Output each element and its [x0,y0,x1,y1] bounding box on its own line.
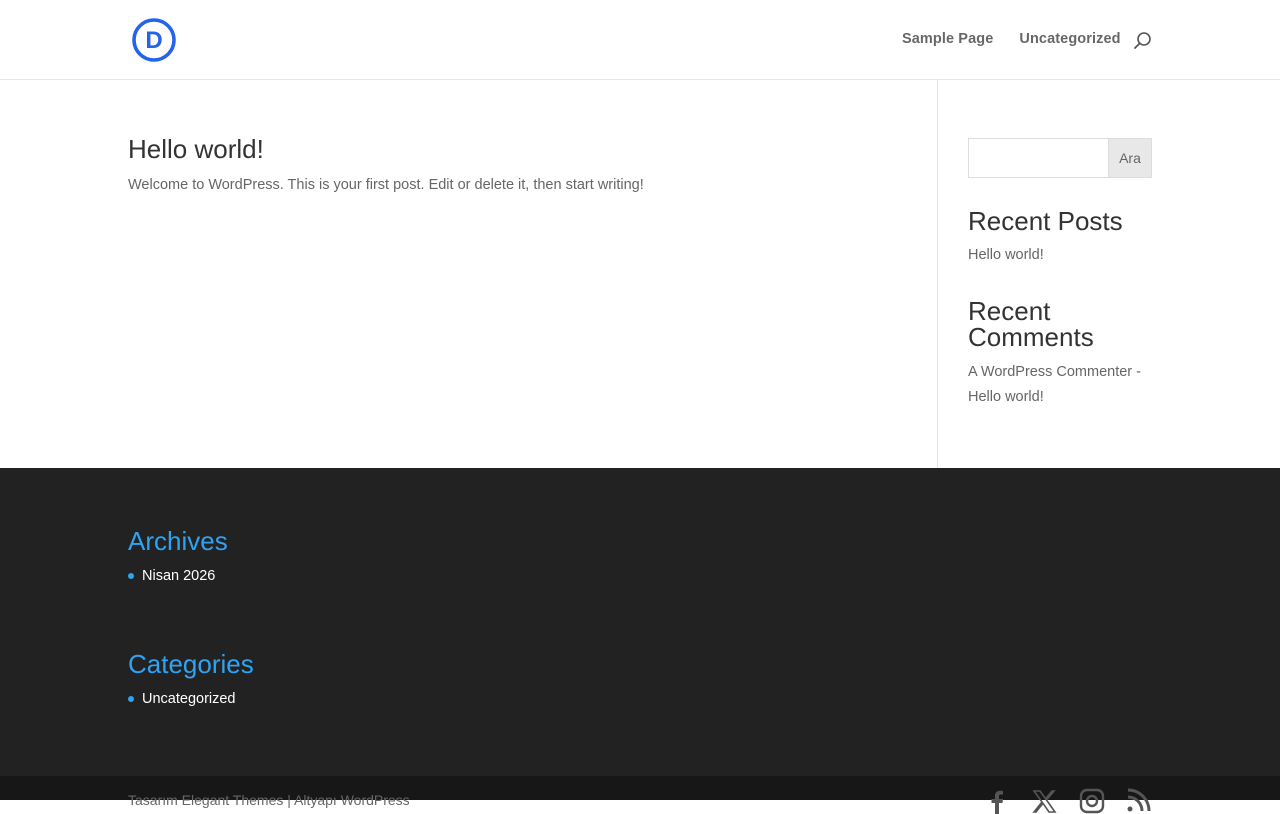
nav-sample-page[interactable]: Sample Page [902,31,993,47]
search-input[interactable] [968,138,1108,178]
content-divider [937,80,938,468]
archive-item[interactable]: Nisan 2026 [128,568,215,584]
comment-post-link[interactable]: Hello world! [968,389,1044,405]
recent-post-link[interactable]: Hello world! [968,247,1044,263]
recent-posts-title: Recent Posts [968,206,1123,236]
facebook-icon[interactable] [984,788,1010,814]
post-excerpt: Welcome to WordPress. This is your first… [128,177,644,193]
search-icon[interactable] [1132,30,1154,52]
sidebar-search: Ara [968,138,1152,178]
post-title[interactable]: Hello world! [128,134,264,165]
x-icon[interactable] [1031,788,1057,814]
archive-item-label[interactable]: Nisan 2026 [142,568,215,584]
search-button[interactable]: Ara [1108,138,1152,178]
recent-comments-title-line1: Recent [968,296,1051,326]
rss-icon[interactable] [1125,788,1151,814]
category-item[interactable]: Uncategorized [128,691,236,707]
recent-comments-title-line2: Comments [968,322,1094,352]
svg-text:D: D [145,27,162,54]
footer-bottom-bar: Tasarım Elegant Themes | Altyapı WordPre… [0,776,1280,814]
archives-title: Archives [128,526,228,556]
comment-author-link[interactable]: A WordPress Commenter - [968,364,1141,380]
divi-logo-icon[interactable]: D [131,17,177,63]
category-item-label[interactable]: Uncategorized [142,691,236,707]
footer-credits: Tasarım Elegant Themes | Altyapı WordPre… [128,792,410,808]
footer-widgets: Archives Nisan 2026 Categories Uncategor… [0,468,1280,776]
bullet-icon [128,573,134,579]
site-header: D Sample Page Uncategorized [0,0,1280,80]
bullet-icon [128,696,134,702]
main-nav: Sample Page Uncategorized [902,31,1121,47]
instagram-icon[interactable] [1079,788,1105,814]
nav-uncategorized[interactable]: Uncategorized [1019,31,1120,47]
categories-title: Categories [128,649,254,679]
